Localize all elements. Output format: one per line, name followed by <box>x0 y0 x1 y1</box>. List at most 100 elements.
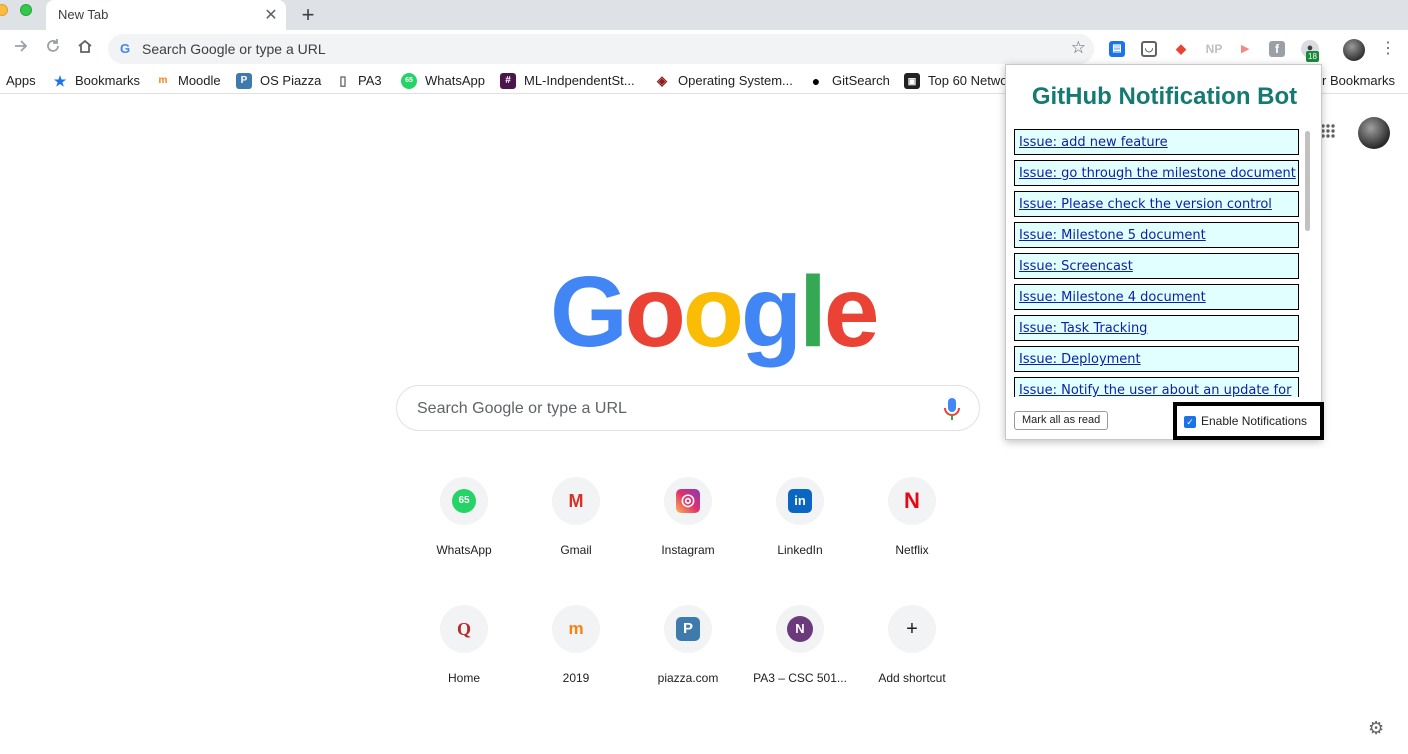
bookmark-star-icon[interactable]: ☆ <box>1071 38 1086 58</box>
shortcut-pa3-csc501[interactable]: N PA3 – CSC 501... <box>744 605 856 725</box>
shortcut-linkedin[interactable]: in LinkedIn <box>744 477 856 597</box>
tab-new-tab[interactable]: New Tab ✕ <box>46 0 286 30</box>
shortcut-circle: P <box>664 605 712 653</box>
google-apps-grid-icon[interactable] <box>1321 124 1335 138</box>
instagram-icon: ◎ <box>676 489 700 513</box>
issue-item: Issue: Screencast <box>1014 253 1299 279</box>
issue-link[interactable]: Issue: Please check the version control <box>1019 197 1272 212</box>
slack-icon: # <box>500 73 516 89</box>
issue-link[interactable]: Issue: Deployment <box>1019 352 1141 367</box>
reload-icon[interactable] <box>42 37 64 59</box>
bookmark-moodle[interactable]: Moodle <box>178 73 221 88</box>
bookmark-ml-independent[interactable]: ML-IndpendentSt... <box>524 73 635 88</box>
gmail-icon: M <box>568 491 584 511</box>
whatsapp-icon: 65 <box>401 73 417 89</box>
window-minimize-button[interactable] <box>0 4 8 16</box>
netflix-icon: N <box>904 488 920 513</box>
microphone-icon[interactable] <box>942 397 962 421</box>
checkbox-checked-icon[interactable]: ✓ <box>1184 416 1196 428</box>
issue-item: Issue: add new feature <box>1014 129 1299 155</box>
piazza-icon: P <box>676 617 700 641</box>
google-g-icon: G <box>120 41 131 56</box>
google-account-avatar[interactable] <box>1358 117 1390 149</box>
bookmark-operating-system[interactable]: Operating System... <box>678 73 793 88</box>
page-icon: ▯ <box>339 73 347 88</box>
linkedin-icon: in <box>788 489 812 513</box>
shortcut-netflix[interactable]: N Netflix <box>856 477 968 597</box>
shortcut-circle: m <box>552 605 600 653</box>
shortcut-whatsapp[interactable]: 65 WhatsApp <box>408 477 520 597</box>
shortcut-gmail[interactable]: M Gmail <box>520 477 632 597</box>
popup-title: GitHub Notification Bot <box>1031 83 1298 110</box>
issue-link[interactable]: Issue: Screencast <box>1019 259 1133 274</box>
shield-extension-icon[interactable]: ◆ <box>1173 41 1189 57</box>
address-bar[interactable]: G Search Google or type a URL ☆ <box>108 34 1094 64</box>
issue-link[interactable]: Issue: Milestone 5 document <box>1019 228 1206 243</box>
issue-link[interactable]: Issue: add new feature <box>1019 135 1168 150</box>
np-extension-icon[interactable]: NP <box>1205 41 1223 57</box>
bookmark-whatsapp[interactable]: WhatsApp <box>425 73 485 88</box>
pocket-extension-icon[interactable]: ◡ <box>1141 41 1157 57</box>
shortcut-label: 2019 <box>562 671 590 685</box>
bookmark-gitsearch[interactable]: GitSearch <box>832 73 890 88</box>
star-icon: ★ <box>53 73 67 89</box>
bookmark-top-60[interactable]: Top 60 Netwo <box>928 73 1008 88</box>
issue-item: Issue: Notify the user about an update f… <box>1014 377 1299 397</box>
bookmark-pa3[interactable]: PA3 <box>358 73 382 88</box>
window-zoom-button[interactable] <box>20 4 32 16</box>
shortcut-circle: in <box>776 477 824 525</box>
shortcut-home[interactable]: Q Home <box>408 605 520 725</box>
shortcut-circle: ◎ <box>664 477 712 525</box>
shortcut-circle: N <box>776 605 824 653</box>
extension-badge: 18 <box>1306 51 1319 62</box>
whatsapp-icon: 65 <box>452 489 476 513</box>
shortcut-label: Home <box>447 671 480 685</box>
moodle-icon: m <box>158 75 168 86</box>
piazza-icon: P <box>236 73 252 89</box>
plus-icon: + <box>906 618 918 640</box>
quora-icon: Q <box>456 619 471 639</box>
shortcut-2019[interactable]: m 2019 <box>520 605 632 725</box>
facebook-extension-icon[interactable]: f <box>1269 41 1285 57</box>
shortcut-label: Netflix <box>895 543 929 557</box>
profile-avatar[interactable] <box>1343 39 1365 61</box>
new-tab-button[interactable]: + <box>298 2 318 28</box>
crest-icon: ◈ <box>657 73 667 88</box>
browser-menu-icon[interactable]: ⋮ <box>1380 38 1396 60</box>
shortcut-instagram[interactable]: ◎ Instagram <box>632 477 744 597</box>
address-bar-placeholder: Search Google or type a URL <box>142 41 326 57</box>
forward-arrow-icon[interactable] <box>10 37 32 59</box>
tab-title: New Tab <box>58 7 109 22</box>
issue-link[interactable]: Issue: Task Tracking <box>1019 321 1147 336</box>
bookmark-apps[interactable]: Apps <box>6 73 36 88</box>
letter-n-icon: N <box>787 616 813 642</box>
home-icon[interactable] <box>74 37 96 59</box>
issue-item: Issue: Deployment <box>1014 346 1299 372</box>
shortcut-circle: 65 <box>440 477 488 525</box>
moodle-icon: m <box>568 619 584 638</box>
enable-notifications-toggle[interactable]: ✓ Enable Notifications <box>1173 402 1324 440</box>
top60-icon: ▣ <box>904 73 920 89</box>
issue-link[interactable]: Issue: Milestone 4 document <box>1019 290 1206 305</box>
bookmark-os-piazza[interactable]: OS Piazza <box>260 73 321 88</box>
other-bookmarks[interactable]: r Bookmarks <box>1322 73 1395 88</box>
cast-extension-icon[interactable]: ▸ <box>1237 41 1253 57</box>
shortcut-label: WhatsApp <box>436 543 492 557</box>
shortcut-piazza[interactable]: P piazza.com <box>632 605 744 725</box>
reader-extension-icon[interactable]: ▤ <box>1109 41 1125 57</box>
bookmark-bookmarks[interactable]: Bookmarks <box>75 73 140 88</box>
scrollbar-thumb[interactable] <box>1305 131 1310 231</box>
customize-gear-icon[interactable]: ⚙ <box>1368 718 1384 739</box>
shortcut-circle: Q <box>440 605 488 653</box>
tab-strip: New Tab ✕ + <box>0 0 1408 30</box>
google-search-box[interactable]: Search Google or type a URL <box>396 385 980 431</box>
issue-item: Issue: Milestone 4 document <box>1014 284 1299 310</box>
github-icon: ● <box>811 73 821 89</box>
shortcut-label: Gmail <box>560 543 592 557</box>
issue-link[interactable]: Issue: Notify the user about an update f… <box>1019 383 1291 397</box>
tab-close-icon[interactable]: ✕ <box>262 5 280 25</box>
issue-link[interactable]: Issue: go through the milestone document <box>1019 166 1296 181</box>
mark-all-read-button[interactable]: Mark all as read <box>1014 411 1109 430</box>
add-shortcut-button[interactable]: + Add shortcut <box>856 605 968 725</box>
shortcut-label: piazza.com <box>657 671 719 685</box>
